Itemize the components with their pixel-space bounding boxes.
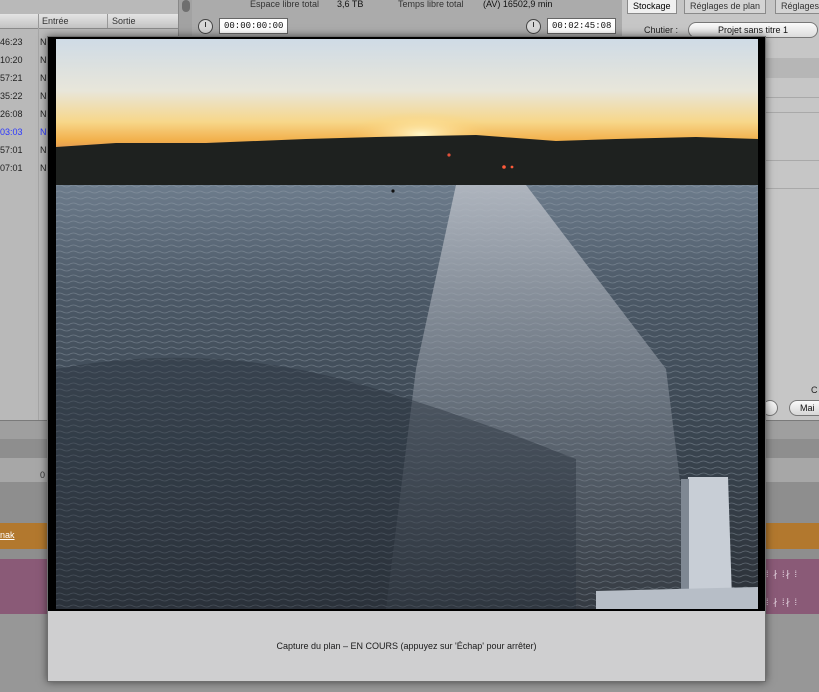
row-name: N (40, 109, 46, 119)
panel-button-main[interactable]: Mai (789, 400, 819, 416)
row-timecode: 26:08 (0, 109, 23, 119)
capture-window: Capture du plan – EN COURS (appuyez sur … (47, 36, 766, 682)
tab-reglages[interactable]: Réglages (775, 0, 819, 14)
shore-light (502, 165, 506, 169)
list-item[interactable]: 03:03 N (0, 123, 46, 141)
settings-tabs: Stockage Réglages de plan Réglages (622, 0, 819, 14)
row-name: N (40, 91, 46, 101)
shore-light (510, 165, 514, 169)
free-space-value: 3,6 TB (337, 0, 364, 9)
column-separator (38, 14, 39, 28)
panel-caption: C (811, 385, 818, 395)
scroll-thumb[interactable] (182, 0, 190, 12)
row-timecode: 03:03 (0, 127, 23, 137)
video-preview (48, 37, 765, 611)
free-time-value: (AV) 16502,9 min (483, 0, 553, 9)
row-name: N (40, 73, 46, 83)
row-timecode: 57:01 (0, 145, 23, 155)
row-timecode: 57:21 (0, 73, 23, 83)
boat-railing-shadow (681, 479, 689, 599)
list-item[interactable]: 57:01 N (0, 141, 46, 159)
capture-status-bar: Espace libre total 3,6 TB Temps libre to… (192, 0, 622, 37)
buoy (391, 189, 395, 193)
browser-column-header: Entrée Sortie (0, 14, 178, 29)
in-timer-icon (198, 19, 213, 34)
free-time-label: Temps libre total (398, 0, 464, 9)
column-separator (107, 14, 108, 28)
column-header-out[interactable]: Sortie (112, 16, 136, 26)
row-name: N (40, 163, 46, 173)
chutier-label: Chutier : (644, 25, 679, 35)
row-timecode: 10:20 (0, 55, 23, 65)
row-name: N (40, 145, 46, 155)
column-header-in[interactable]: Entrée (42, 16, 69, 26)
capture-status-text: Capture du plan – EN COURS (appuyez sur … (276, 641, 537, 651)
list-item[interactable]: 07:01 N (0, 159, 46, 177)
free-space-label: Espace libre total (250, 0, 320, 9)
list-item[interactable]: 26:08 N (0, 105, 46, 123)
panel-row-highlight (764, 58, 819, 78)
boat-railing (684, 477, 732, 599)
tab-stockage[interactable]: Stockage (627, 0, 677, 14)
row-name: N (40, 37, 46, 47)
timecode-in-field[interactable]: 00:00:00:00 (219, 18, 289, 34)
list-item[interactable]: 46:23 N (0, 33, 46, 51)
list-item[interactable]: 57:21 N (0, 69, 46, 87)
tab-reglages-de-plan[interactable]: Réglages de plan (684, 0, 767, 14)
row-timecode: 07:01 (0, 163, 23, 173)
list-item[interactable]: 10:20 N (0, 51, 46, 69)
clip-label[interactable]: nak (0, 530, 15, 540)
list-item[interactable]: 35:22 N (0, 87, 46, 105)
shore-light (447, 153, 451, 157)
audio-waveform: ⁞ ∤ ⁞∤ ⁞ (766, 569, 799, 579)
row-name: N (40, 55, 46, 65)
timecode-duration-field[interactable]: 00:02:45:08 (547, 18, 617, 34)
audio-waveform: ⁞ ∤ ⁞∤ ⁞ (766, 597, 799, 607)
ruler-tick-label: 0 (40, 470, 46, 480)
duration-timer-icon (526, 19, 541, 34)
row-name: N (40, 127, 46, 137)
video-frame-image (56, 39, 758, 609)
row-timecode: 46:23 (0, 37, 23, 47)
row-timecode: 35:22 (0, 91, 23, 101)
browser-rows: 46:23 N 10:20 N 57:21 N 35:22 N 26:08 N 03:03 N 57:0… (0, 33, 46, 177)
